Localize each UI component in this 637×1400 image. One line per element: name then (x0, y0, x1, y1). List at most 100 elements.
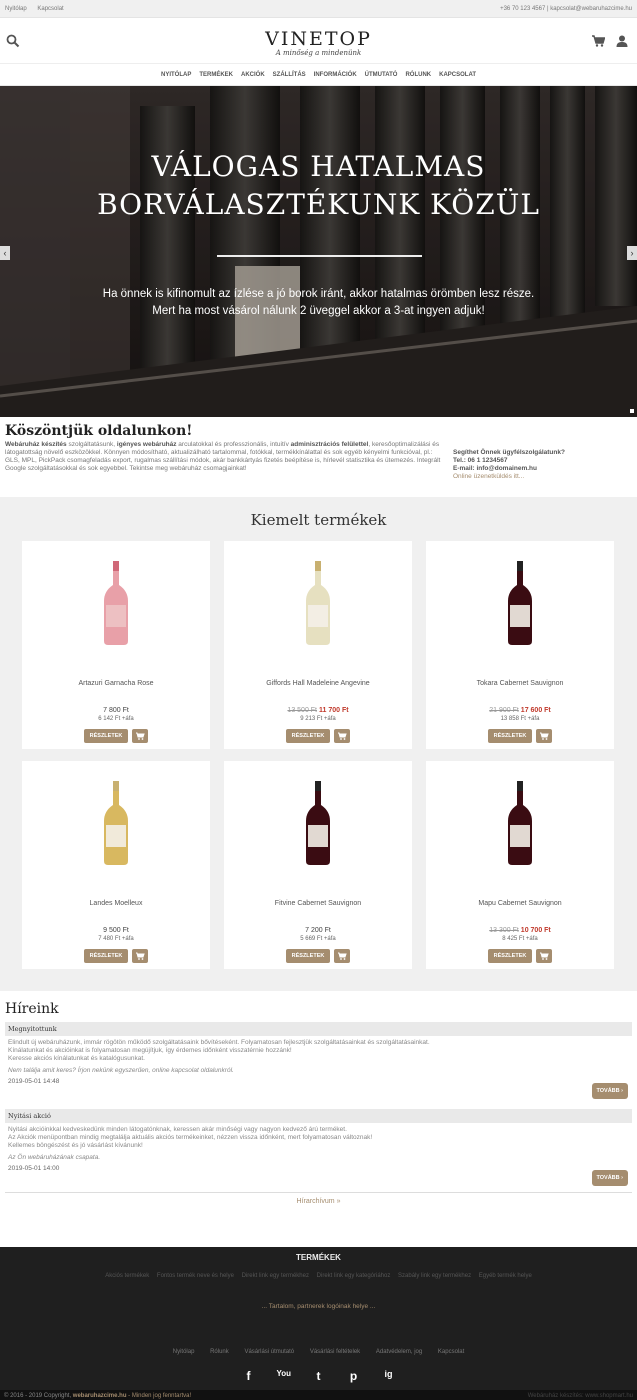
product-name[interactable]: Tokara Cabernet Sauvignon (426, 680, 614, 687)
more-button[interactable]: TOVÁBB › (591, 1083, 628, 1099)
social-links: f You t p ig (0, 1369, 637, 1383)
footer-link[interactable]: Fontos termék neve és helye (157, 1273, 234, 1279)
copyright-site[interactable]: webaruhazcime.hu (73, 1393, 127, 1399)
footer: TERMÉKEK Akciós termékek Fontos termék n… (0, 1247, 637, 1400)
product-card[interactable]: Fitvine Cabernet Sauvignon 7 200 Ft 5 669 … (224, 761, 412, 969)
product-current-price: 10 700 Ft (520, 927, 551, 934)
product-net-price: 13 858 Ft +áfa (500, 716, 540, 722)
news-item-title[interactable]: Nyitási akció (5, 1109, 632, 1123)
cart-icon (540, 732, 550, 740)
nav-sales[interactable]: AKCIÓK (241, 72, 265, 78)
help-box: Segíthet Önnek ügyfélszolgálatunk? Tel.:… (453, 449, 565, 487)
cart-icon (540, 952, 550, 960)
news-item-body: Nyitási akcióinkkal kedveskedünk minden … (5, 1123, 632, 1165)
nav-shipping[interactable]: SZÁLLÍTÁS (273, 72, 306, 78)
details-button[interactable]: RÉSZLETEK (487, 949, 533, 963)
nav-guide[interactable]: ÚTMUTATÓ (365, 72, 398, 78)
footer-product-links: Akciós termékek Fontos termék neve és he… (0, 1273, 637, 1279)
youtube-icon[interactable]: You (277, 1369, 292, 1383)
nav-contact[interactable]: KAPCSOLAT (439, 72, 476, 78)
product-actions: RÉSZLETEK (426, 949, 614, 963)
product-bottle-image[interactable] (306, 781, 330, 865)
product-bottle-image[interactable] (306, 561, 330, 645)
top-link-home[interactable]: Nyitólap (5, 6, 27, 12)
footer-menu-item[interactable]: Nyitólap (173, 1349, 195, 1355)
slider-prev-arrow[interactable]: ‹ (0, 246, 10, 260)
nav-about[interactable]: RÓLUNK (405, 72, 431, 78)
cart-icon[interactable] (591, 34, 605, 48)
product-name[interactable]: Fitvine Cabernet Sauvignon (224, 900, 412, 907)
news-italic: Nem találja amit keres? Írjon nekünk egy… (8, 1067, 234, 1074)
product-bottle-image[interactable] (104, 781, 128, 865)
details-button[interactable]: RÉSZLETEK (285, 729, 331, 743)
more-button[interactable]: TOVÁBB › (591, 1170, 628, 1186)
add-to-cart-button[interactable] (536, 729, 553, 743)
product-card[interactable]: Tokara Cabernet Sauvignon 21 900 Ft 17 600… (426, 541, 614, 749)
help-email[interactable]: E-mail: info@domainem.hu (453, 465, 537, 472)
top-bar: Nyitólap Kapcsolat +36 70 123 4567 | kap… (0, 0, 637, 18)
footer-link[interactable]: Direkt link egy termékhez (242, 1273, 309, 1279)
footer-link[interactable]: Egyéb termék helye (479, 1273, 532, 1279)
footer-link[interactable]: Akciós termékek (105, 1273, 149, 1279)
product-card[interactable]: Giffords Hall Madeleine Angevine 13 500 F… (224, 541, 412, 749)
footer-link[interactable]: Direkt link egy kategóriához (317, 1273, 391, 1279)
product-name[interactable]: Mapu Cabernet Sauvignon (426, 900, 614, 907)
product-name[interactable]: Landes Moelleux (22, 900, 210, 907)
footer-menu-item[interactable]: Kapcsolat (438, 1349, 464, 1355)
add-to-cart-button[interactable] (536, 949, 553, 963)
product-price: 9 500 Ft (22, 927, 210, 934)
pinterest-icon[interactable]: p (347, 1369, 361, 1383)
product-bottle-image[interactable] (508, 781, 532, 865)
facebook-icon[interactable]: f (242, 1369, 256, 1383)
hero-slider: VÁLOGAS HATALMAS BORVÁLASZTÉKUNK KÖZÜL Ha… (0, 86, 637, 417)
chevron-right-icon: › (621, 1088, 623, 1094)
product-name[interactable]: Artazuri Garnacha Rose (22, 680, 210, 687)
instagram-icon[interactable]: ig (382, 1369, 396, 1383)
news-archive-link[interactable]: Hírarchívum » (5, 1192, 632, 1205)
help-online-link[interactable]: Online üzenetküldés itt... (453, 473, 524, 480)
add-to-cart-button[interactable] (132, 729, 149, 743)
product-old-price: 21 900 Ft (489, 707, 519, 714)
add-to-cart-button[interactable] (334, 949, 351, 963)
nav-home[interactable]: NYITÓLAP (161, 72, 191, 78)
news-line: Elindult új webáruházunk, immár rögötön … (8, 1039, 430, 1046)
welcome-bold-2: igényes webáruház (116, 441, 177, 448)
nav-products[interactable]: TERMÉKEK (199, 72, 233, 78)
footer-link[interactable]: Szabály link egy termékhez (398, 1273, 471, 1279)
footer-menu-item[interactable]: Vásárlási feltételek (310, 1349, 360, 1355)
top-links: Nyitólap Kapcsolat (5, 6, 73, 12)
logo[interactable]: VINETOP A minőség a mindenünk (265, 28, 372, 57)
footer-menu-item[interactable]: Rólunk (210, 1349, 229, 1355)
footer-menu-item[interactable]: Vásárlási útmutató (244, 1349, 294, 1355)
news-line: Kínálatunkat és akcióinkat is folyamatos… (8, 1047, 292, 1054)
copyright-pre: © 2016 - 2019 Copyright, (4, 1393, 73, 1399)
details-button[interactable]: RÉSZLETEK (83, 729, 129, 743)
product-current-price: 11 700 Ft (319, 707, 349, 714)
featured-products: Kiemelt termékek Artazuri Garnacha Rose 7… (0, 497, 637, 991)
slider-next-arrow[interactable]: › (627, 246, 637, 260)
credit[interactable]: Webáruház készítés: www.shopmart.hu (528, 1393, 633, 1399)
nav-info[interactable]: INFORMÁCIÓK (314, 72, 357, 78)
news-line: Az Akciók menüpontban mindig megtalálja … (8, 1134, 373, 1141)
header: VINETOP A minőség a mindenünk (0, 18, 637, 64)
add-to-cart-button[interactable] (132, 949, 149, 963)
product-name[interactable]: Giffords Hall Madeleine Angevine (224, 680, 412, 687)
user-icon[interactable] (615, 34, 629, 48)
top-link-contact[interactable]: Kapcsolat (37, 6, 63, 12)
product-card[interactable]: Mapu Cabernet Sauvignon 13 300 Ft 10 700 F… (426, 761, 614, 969)
product-bottle-image[interactable] (104, 561, 128, 645)
news-item-title[interactable]: Megnyitottunk (5, 1022, 632, 1036)
add-to-cart-button[interactable] (334, 729, 351, 743)
product-net-price: 6 142 Ft +áfa (98, 716, 134, 722)
details-button[interactable]: RÉSZLETEK (83, 949, 129, 963)
twitter-icon[interactable]: t (312, 1369, 326, 1383)
product-net-price: 5 669 Ft +áfa (300, 936, 336, 942)
search-icon[interactable] (6, 34, 20, 48)
product-card[interactable]: Artazuri Garnacha Rose 7 800 Ft 6 142 Ft +… (22, 541, 210, 749)
product-card[interactable]: Landes Moelleux 9 500 Ft 7 480 Ft +áfa RÉSZ… (22, 761, 210, 969)
product-bottle-image[interactable] (508, 561, 532, 645)
slider-dot[interactable] (630, 409, 634, 413)
details-button[interactable]: RÉSZLETEK (285, 949, 331, 963)
footer-menu-item[interactable]: Adatvédelem, jog (376, 1349, 422, 1355)
details-button[interactable]: RÉSZLETEK (487, 729, 533, 743)
